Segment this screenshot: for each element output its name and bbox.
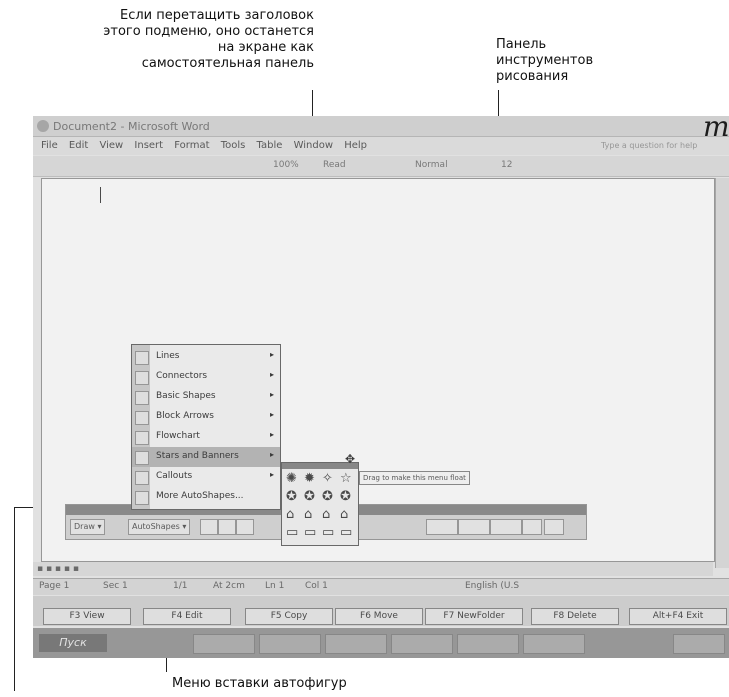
fkey-f4-edit[interactable]: F4 Edit: [143, 608, 231, 625]
menu-tools[interactable]: Tools: [221, 137, 246, 155]
shape-explosion-1[interactable]: ✺: [286, 471, 297, 486]
font-size-box[interactable]: 12: [501, 160, 512, 170]
word-app-icon: [37, 120, 49, 132]
shape-scroll-vertical[interactable]: ▭: [286, 525, 298, 540]
menu-item-basic-shapes[interactable]: Basic Shapes ▸: [132, 387, 280, 407]
shape-double-wave[interactable]: ▭: [340, 525, 352, 540]
taskbar-button[interactable]: [325, 634, 387, 654]
block-arrows-icon: [135, 411, 149, 425]
connectors-icon: [135, 371, 149, 385]
shape-star-24[interactable]: ✪: [322, 489, 333, 504]
status-sec: Sec 1: [103, 581, 128, 591]
menu-table[interactable]: Table: [257, 137, 283, 155]
menu-item-lines[interactable]: Lines ▸: [132, 347, 280, 367]
taskbar-button[interactable]: [391, 634, 453, 654]
style-box[interactable]: Normal: [415, 160, 448, 170]
shape-ribbon-down[interactable]: ⌂: [304, 507, 312, 522]
shape-curved-ribbon-up[interactable]: ⌂: [322, 507, 330, 522]
shape-star-5[interactable]: ☆: [340, 471, 352, 486]
fkey-f8-delete[interactable]: F8 Delete: [531, 608, 619, 625]
autoshapes-menu-button[interactable]: AutoShapes ▾: [128, 519, 191, 535]
line-color-icon[interactable]: [458, 519, 490, 535]
font-color-icon[interactable]: [490, 519, 522, 535]
status-bar: Page 1 Sec 1 1/1 At 2cm Ln 1 Col 1 Engli…: [33, 578, 729, 595]
view-buttons-icon[interactable]: ▪ ▪ ▪ ▪ ▪: [37, 564, 79, 574]
3d-style-icon[interactable]: [544, 519, 564, 535]
move-cursor-icon: ✥: [345, 452, 356, 466]
taskbar-button[interactable]: [523, 634, 585, 654]
menu-item-stars-and-banners[interactable]: Stars and Banners ▸: [132, 447, 280, 467]
status-lang: English (U.S: [465, 581, 520, 591]
function-keys-bar: F3 View F4 Edit F5 Copy F6 Move F7 NewFo…: [33, 596, 729, 626]
more-autoshapes-icon: [135, 491, 149, 505]
word-window-screenshot: Document2 - Microsoft Word m File Edit V…: [33, 116, 729, 658]
shape-ribbon-up[interactable]: ⌂: [286, 507, 294, 522]
callout-submenu-float: Если перетащить заголовок этого подменю,…: [103, 8, 314, 71]
shape-explosion-2[interactable]: ✹: [304, 471, 315, 486]
stars-icon: [135, 451, 149, 465]
float-tooltip: Drag to make this menu float: [359, 471, 470, 485]
shape-star-4[interactable]: ✧: [322, 471, 333, 486]
taskbar-button[interactable]: [259, 634, 321, 654]
menu-view[interactable]: View: [99, 137, 123, 155]
read-button[interactable]: Read: [323, 160, 346, 170]
status-ln: Ln 1: [265, 581, 285, 591]
taskbar-clock: [673, 634, 725, 654]
zoom-box[interactable]: 100%: [273, 160, 299, 170]
menu-bar: File Edit View Insert Format Tools Table…: [33, 137, 729, 155]
menu-file[interactable]: File: [41, 137, 58, 155]
fkey-altf4-exit[interactable]: Alt+F4 Exit: [629, 608, 727, 625]
lines-icon: [135, 351, 149, 365]
draw-menu-button[interactable]: Draw ▾: [70, 519, 106, 535]
text-cursor: [100, 187, 101, 203]
callouts-icon: [135, 471, 149, 485]
autoshapes-menu: Lines ▸ Connectors ▸ Basic Shapes ▸ Block A…: [131, 344, 281, 510]
status-pos: 1/1: [173, 581, 188, 591]
leader-line-drawbar-v: [14, 507, 15, 691]
menu-window[interactable]: Window: [294, 137, 333, 155]
shape-star-8[interactable]: ✪: [286, 489, 297, 504]
shape-curved-ribbon-down[interactable]: ⌂: [340, 507, 348, 522]
fkey-f5-copy[interactable]: F5 Copy: [245, 608, 333, 625]
basic-shapes-icon: [135, 391, 149, 405]
menu-item-callouts[interactable]: Callouts ▸: [132, 467, 280, 487]
fkey-f7-newfolder[interactable]: F7 NewFolder: [425, 608, 523, 625]
taskbar-button[interactable]: [193, 634, 255, 654]
vertical-scrollbar[interactable]: [715, 178, 729, 568]
window-title: Document2 - Microsoft Word: [53, 120, 210, 133]
status-page: Page 1: [39, 581, 70, 591]
line-style-icon[interactable]: [522, 519, 542, 535]
view-buttons-bar: ▪ ▪ ▪ ▪ ▪: [33, 562, 713, 576]
shape-star-16[interactable]: ✪: [304, 489, 315, 504]
status-at: At 2cm: [213, 581, 245, 591]
shape-wave[interactable]: ▭: [322, 525, 334, 540]
menu-edit[interactable]: Edit: [69, 137, 88, 155]
help-search-box[interactable]: Type a question for help: [601, 137, 697, 155]
shape-star-32[interactable]: ✪: [340, 489, 351, 504]
fill-color-icon[interactable]: [426, 519, 458, 535]
menu-insert[interactable]: Insert: [134, 137, 163, 155]
menu-item-flowchart[interactable]: Flowchart ▸: [132, 427, 280, 447]
shape-scroll-horizontal[interactable]: ▭: [304, 525, 316, 540]
fkey-f6-move[interactable]: F6 Move: [335, 608, 423, 625]
menu-format[interactable]: Format: [174, 137, 209, 155]
arrow-tool-icon[interactable]: [218, 519, 236, 535]
line-tool-icon[interactable]: [200, 519, 218, 535]
stars-banners-submenu: ✺ ✹ ✧ ☆ ✪ ✪ ✪ ✪ ⌂ ⌂ ⌂ ⌂ ▭ ▭ ▭ ▭: [281, 462, 359, 546]
rectangle-tool-icon[interactable]: [236, 519, 254, 535]
menu-item-connectors[interactable]: Connectors ▸: [132, 367, 280, 387]
taskbar-button[interactable]: [457, 634, 519, 654]
menu-item-more-autoshapes[interactable]: More AutoShapes...: [132, 487, 280, 507]
status-col: Col 1: [305, 581, 328, 591]
start-button[interactable]: Пуск: [39, 634, 107, 652]
fkey-f3-view[interactable]: F3 View: [43, 608, 131, 625]
menu-help[interactable]: Help: [344, 137, 367, 155]
menu-item-block-arrows[interactable]: Block Arrows ▸: [132, 407, 280, 427]
title-bar: Document2 - Microsoft Word: [33, 116, 729, 137]
flowchart-icon: [135, 431, 149, 445]
standard-toolbar: 100% Read Normal 12: [33, 156, 729, 177]
windows-taskbar: Пуск: [33, 628, 729, 658]
callout-drawing-toolbar: Панель инструментов рисования: [496, 37, 594, 84]
callout-autoshapes-menu: Меню вставки автофигур: [172, 676, 347, 691]
